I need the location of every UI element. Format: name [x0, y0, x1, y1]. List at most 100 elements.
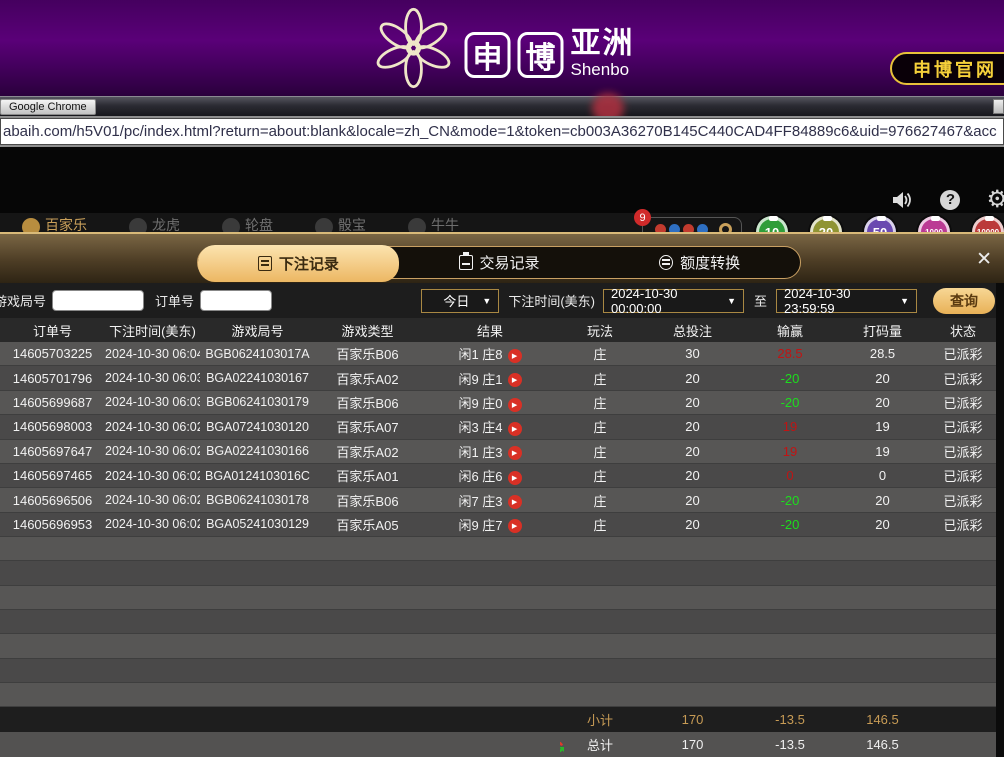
date-to-value: 2024-10-30 23:59:59	[784, 286, 894, 316]
cell-game: 百家乐A05	[315, 515, 420, 534]
order-no-input[interactable]	[200, 290, 272, 311]
result-text: 闲3 庄4	[458, 420, 502, 435]
result-text: 闲7 庄3	[458, 494, 502, 509]
table-row: 146056974652024-10-30 06:02BGA0124103016…	[0, 464, 996, 488]
result-text: 闲1 庄3	[458, 445, 502, 460]
coin-transfer-icon	[659, 255, 673, 270]
replay-icon[interactable]: ▶	[508, 471, 522, 485]
cell-play: 庄	[560, 442, 640, 461]
column-header: 状态	[930, 321, 996, 340]
date-to-select[interactable]: 2024-10-30 23:59:59 ▼	[776, 289, 917, 313]
cell-game: 百家乐B06	[315, 393, 420, 412]
replay-icon[interactable]: ▶	[508, 349, 522, 363]
chip-20[interactable]: 20	[810, 216, 842, 232]
game-nav-label: 百家乐	[45, 215, 87, 232]
roadmap-dot	[683, 224, 694, 233]
quick-range-select[interactable]: 今日 ▼	[421, 289, 499, 313]
game-category-icon	[22, 218, 40, 232]
total-label-text: 总计	[587, 738, 613, 753]
table-body: 146057032252024-10-30 06:04BGB0624103017…	[0, 342, 996, 707]
game-nav-item[interactable]: 百家乐	[22, 214, 87, 232]
game-round-label: 游戏局号	[0, 291, 46, 310]
cell-order: 14605696953	[0, 517, 105, 532]
total-label: 总计	[560, 735, 640, 754]
cell-volume: 0	[835, 468, 930, 483]
url-text: abaih.com/h5V01/pc/index.html?return=abo…	[1, 123, 997, 140]
subtotal-bet: 170	[640, 712, 745, 727]
cell-round: BGA0124103016C	[200, 469, 315, 483]
official-site-button[interactable]: 申博官网	[890, 52, 1004, 85]
game-nav-item[interactable]: 轮盘	[222, 214, 273, 232]
cell-status: 已派彩	[930, 515, 996, 534]
notification-badge: 9	[634, 209, 651, 226]
roadmap-preview[interactable]: 9	[642, 217, 742, 232]
result-text: 闲6 庄6	[458, 469, 502, 484]
table-row: 146056980032024-10-30 06:02BGA0724103012…	[0, 415, 996, 439]
cell-volume: 20	[835, 371, 930, 386]
cell-game: 百家乐A02	[315, 369, 420, 388]
replay-icon[interactable]: ▶	[508, 422, 522, 436]
cell-result: 闲1 庄3 ▶	[420, 442, 560, 461]
window-control-button[interactable]	[993, 99, 1004, 114]
result-text: 闲9 庄7	[458, 518, 502, 533]
roadmap-dot	[655, 224, 666, 233]
table-row: 146056965062024-10-30 06:02BGB0624103017…	[0, 488, 996, 512]
tab-transaction-records[interactable]: 交易记录	[399, 247, 600, 278]
column-header: 下注时间(美东)	[105, 321, 200, 340]
tab-quota-transfer[interactable]: 额度转换	[599, 247, 800, 278]
cell-winloss: 19	[745, 444, 835, 459]
total-bet: 170	[640, 737, 745, 752]
tab-bet-records[interactable]: 下注记录	[198, 245, 399, 282]
settings-gear-icon[interactable]: ⚙	[986, 185, 1004, 214]
cell-bet: 20	[640, 493, 745, 508]
empty-row	[0, 586, 996, 610]
replay-icon[interactable]: ▶	[508, 398, 522, 412]
cell-result: 闲3 庄4 ▶	[420, 417, 560, 436]
cell-status: 已派彩	[930, 466, 996, 485]
date-from-select[interactable]: 2024-10-30 00:00:00 ▼	[603, 289, 744, 313]
search-button[interactable]: 查询	[933, 288, 995, 314]
close-icon[interactable]: ✕	[976, 250, 992, 269]
cell-play: 庄	[560, 417, 640, 436]
address-bar[interactable]: abaih.com/h5V01/pc/index.html?return=abo…	[0, 118, 1004, 145]
logo-wordmark: 亚洲 Shenbo	[571, 28, 635, 80]
game-nav-item[interactable]: 龙虎	[129, 214, 180, 232]
cell-order: 14605697647	[0, 444, 105, 459]
total-winloss: -13.5	[745, 737, 835, 752]
replay-icon[interactable]: ▶	[508, 495, 522, 509]
help-icon[interactable]: ?	[940, 190, 960, 210]
date-from-value: 2024-10-30 00:00:00	[611, 286, 721, 316]
cell-time: 2024-10-30 06:03	[105, 395, 200, 409]
cell-winloss: -20	[745, 371, 835, 386]
game-nav-label: 骰宝	[338, 215, 366, 232]
game-nav-items: 百家乐 龙虎 轮盘 骰宝 牛牛	[22, 214, 459, 232]
cell-game: 百家乐A01	[315, 466, 420, 485]
cell-game: 百家乐A02	[315, 442, 420, 461]
cell-bet: 20	[640, 419, 745, 434]
cell-bet: 20	[640, 371, 745, 386]
chip-50[interactable]: 50	[864, 216, 896, 232]
sound-icon[interactable]	[892, 189, 914, 211]
cell-bet: 20	[640, 444, 745, 459]
chip-10[interactable]: 10	[756, 216, 788, 232]
game-round-input[interactable]	[52, 290, 144, 311]
replay-icon[interactable]: ▶	[508, 373, 522, 387]
game-category-icon	[315, 218, 333, 232]
chip-rack: 102050100010000›	[756, 216, 1004, 232]
replay-icon[interactable]: ▶	[508, 519, 522, 533]
game-nav-item[interactable]: 骰宝	[315, 214, 366, 232]
column-header: 输赢	[745, 321, 835, 340]
logo-char-bo: 博	[518, 32, 564, 78]
cell-status: 已派彩	[930, 344, 996, 363]
refresh-icon[interactable]	[560, 739, 566, 754]
cell-round: BGB06241030179	[200, 395, 315, 409]
replay-icon[interactable]: ▶	[508, 446, 522, 460]
tab-label: 额度转换	[680, 252, 740, 273]
chip-10000[interactable]: 10000	[972, 216, 1004, 232]
cell-time: 2024-10-30 06:02	[105, 444, 200, 458]
chip-1000[interactable]: 1000	[918, 216, 950, 232]
cell-time: 2024-10-30 06:02	[105, 493, 200, 507]
game-nav-item[interactable]: 牛牛	[408, 214, 459, 232]
order-no-label: 订单号	[155, 291, 194, 310]
subtotal-winloss: -13.5	[745, 712, 835, 727]
